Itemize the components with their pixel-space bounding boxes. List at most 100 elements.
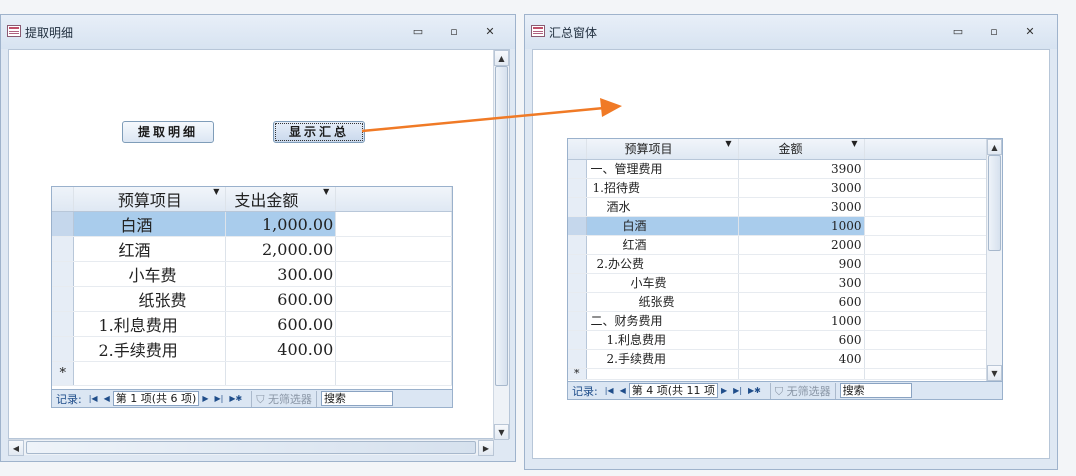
row-selector[interactable] bbox=[568, 330, 587, 350]
search-input[interactable]: 搜索 bbox=[839, 383, 912, 398]
extract-details-button[interactable]: 提取明细 bbox=[122, 121, 214, 143]
restore-button[interactable]: ▫ bbox=[445, 24, 463, 40]
table-row[interactable]: 2.手续费用 400 bbox=[568, 349, 987, 369]
table-row[interactable]: 酒水 3000 bbox=[568, 197, 987, 217]
sort-dropdown-icon[interactable]: ▼ bbox=[213, 187, 219, 196]
close-button[interactable]: ✕ bbox=[1021, 24, 1039, 40]
row-selector[interactable] bbox=[568, 349, 587, 369]
table-row[interactable]: 纸张费 600 bbox=[568, 292, 987, 312]
cell-item[interactable]: 小车费 bbox=[586, 273, 739, 293]
cell-amount[interactable]: 1,000.00 bbox=[225, 211, 337, 237]
select-all-corner[interactable] bbox=[52, 187, 75, 212]
cell-item[interactable]: 一、管理费用 bbox=[586, 159, 739, 179]
row-selector[interactable] bbox=[568, 235, 587, 255]
scrollbar-thumb[interactable] bbox=[495, 66, 508, 386]
row-selector[interactable] bbox=[568, 254, 587, 274]
cell-item[interactable]: 白酒 bbox=[586, 216, 739, 236]
new-record-button[interactable]: ▶✱ bbox=[745, 386, 764, 395]
table-row[interactable]: 1.招待费 3000 bbox=[568, 178, 987, 198]
cell-item[interactable]: 小车费 bbox=[73, 261, 227, 287]
row-selector[interactable] bbox=[52, 236, 75, 262]
row-selector[interactable] bbox=[52, 311, 75, 337]
cell-amount[interactable]: 2000 bbox=[738, 235, 865, 255]
cell-amount[interactable]: 3900 bbox=[738, 159, 865, 179]
select-all-corner[interactable] bbox=[568, 139, 587, 160]
scroll-up-arrow-icon[interactable]: ▲ bbox=[987, 139, 1002, 155]
minimize-button[interactable]: ▭ bbox=[949, 24, 967, 40]
record-position-field[interactable]: 第 4 项(共 11 项 bbox=[628, 383, 719, 398]
table-row[interactable]: 白酒 1,000.00 bbox=[52, 211, 452, 237]
cell-amount[interactable]: 3000 bbox=[738, 197, 865, 217]
new-record-row[interactable]: * bbox=[52, 361, 452, 386]
cell-amount[interactable]: 400.00 bbox=[225, 336, 337, 362]
cell-amount[interactable]: 300.00 bbox=[225, 261, 337, 287]
cell-amount[interactable]: 600.00 bbox=[225, 311, 337, 337]
last-record-button[interactable]: ▶| bbox=[211, 394, 226, 403]
cell-item[interactable]: 酒水 bbox=[586, 197, 739, 217]
cell-amount[interactable]: 900 bbox=[738, 254, 865, 274]
column-header-amount[interactable]: 金额 ▼ bbox=[738, 139, 865, 160]
table-row[interactable]: 二、财务费用 1000 bbox=[568, 311, 987, 331]
sort-dropdown-icon[interactable]: ▼ bbox=[851, 139, 857, 148]
cell-amount[interactable]: 600 bbox=[738, 330, 865, 350]
row-selector[interactable] bbox=[568, 273, 587, 293]
table-row[interactable]: 2.办公费 900 bbox=[568, 254, 987, 274]
cell-item[interactable]: 1.招待费 bbox=[586, 178, 739, 198]
row-selector[interactable] bbox=[568, 159, 587, 179]
row-selector[interactable] bbox=[568, 216, 587, 236]
horizontal-scrollbar[interactable]: ◀ ▶ bbox=[8, 439, 494, 456]
table-row[interactable]: 一、管理费用 3900 bbox=[568, 159, 987, 179]
show-summary-button[interactable]: 显示汇总 bbox=[273, 121, 365, 143]
column-header-budget-item[interactable]: 预算项目 ▼ bbox=[586, 139, 739, 160]
record-position-field[interactable]: 第 1 项(共 6 项) bbox=[112, 391, 200, 406]
prev-record-button[interactable]: ◀ bbox=[617, 386, 629, 395]
vertical-scrollbar[interactable]: ▲ ▼ bbox=[493, 50, 509, 440]
first-record-button[interactable]: |◀ bbox=[86, 394, 101, 403]
row-selector[interactable] bbox=[568, 311, 587, 331]
scrollbar-thumb[interactable] bbox=[26, 441, 476, 454]
row-selector[interactable] bbox=[568, 197, 587, 217]
new-record-row[interactable]: * bbox=[568, 368, 987, 380]
cell-item[interactable]: 2.手续费用 bbox=[73, 336, 227, 362]
cell-amount[interactable]: 600 bbox=[738, 292, 865, 312]
close-button[interactable]: ✕ bbox=[481, 24, 499, 40]
datasheet-vertical-scrollbar[interactable]: ▲ ▼ bbox=[986, 139, 1002, 381]
scroll-down-arrow-icon[interactable]: ▼ bbox=[494, 424, 509, 440]
no-filter-button[interactable]: ⛉ 无筛选器 bbox=[769, 382, 836, 399]
table-row[interactable]: 小车费 300 bbox=[568, 273, 987, 293]
last-record-button[interactable]: ▶| bbox=[730, 386, 745, 395]
cell-item[interactable]: 2.手续费用 bbox=[586, 349, 739, 369]
table-row[interactable]: 1.利息费用 600 bbox=[568, 330, 987, 350]
row-selector[interactable] bbox=[568, 178, 587, 198]
cell-amount[interactable]: 1000 bbox=[738, 216, 865, 236]
cell-item[interactable]: 1.利息费用 bbox=[586, 330, 739, 350]
column-header-budget-item[interactable]: 预算项目 ▼ bbox=[73, 187, 227, 212]
first-record-button[interactable]: |◀ bbox=[602, 386, 617, 395]
row-selector[interactable] bbox=[52, 336, 75, 362]
table-row[interactable]: 白酒 1000 bbox=[568, 216, 987, 236]
prev-record-button[interactable]: ◀ bbox=[101, 394, 113, 403]
table-row[interactable]: 红酒 2,000.00 bbox=[52, 236, 452, 262]
minimize-button[interactable]: ▭ bbox=[409, 24, 427, 40]
new-record-button[interactable]: ▶✱ bbox=[226, 394, 245, 403]
cell-amount[interactable]: 2,000.00 bbox=[225, 236, 337, 262]
scroll-left-arrow-icon[interactable]: ◀ bbox=[8, 440, 24, 456]
cell-item[interactable]: 二、财务费用 bbox=[586, 311, 739, 331]
cell-amount[interactable]: 300 bbox=[738, 273, 865, 293]
table-row[interactable]: 纸张费 600.00 bbox=[52, 286, 452, 312]
cell-amount[interactable]: 600.00 bbox=[225, 286, 337, 312]
column-header-amount[interactable]: 支出金额 ▼ bbox=[225, 187, 337, 212]
scroll-down-arrow-icon[interactable]: ▼ bbox=[987, 365, 1002, 381]
sort-dropdown-icon[interactable]: ▼ bbox=[725, 139, 731, 148]
cell-item[interactable]: 纸张费 bbox=[73, 286, 227, 312]
row-selector[interactable] bbox=[52, 261, 75, 287]
cell-amount[interactable]: 1000 bbox=[738, 311, 865, 331]
row-selector[interactable] bbox=[52, 211, 75, 237]
scroll-right-arrow-icon[interactable]: ▶ bbox=[478, 440, 494, 456]
scroll-up-arrow-icon[interactable]: ▲ bbox=[494, 50, 509, 66]
scrollbar-thumb[interactable] bbox=[988, 155, 1001, 251]
cell-item[interactable]: 纸张费 bbox=[586, 292, 739, 312]
restore-button[interactable]: ▫ bbox=[985, 24, 1003, 40]
table-row[interactable]: 1.利息费用 600.00 bbox=[52, 311, 452, 337]
row-selector[interactable] bbox=[568, 292, 587, 312]
